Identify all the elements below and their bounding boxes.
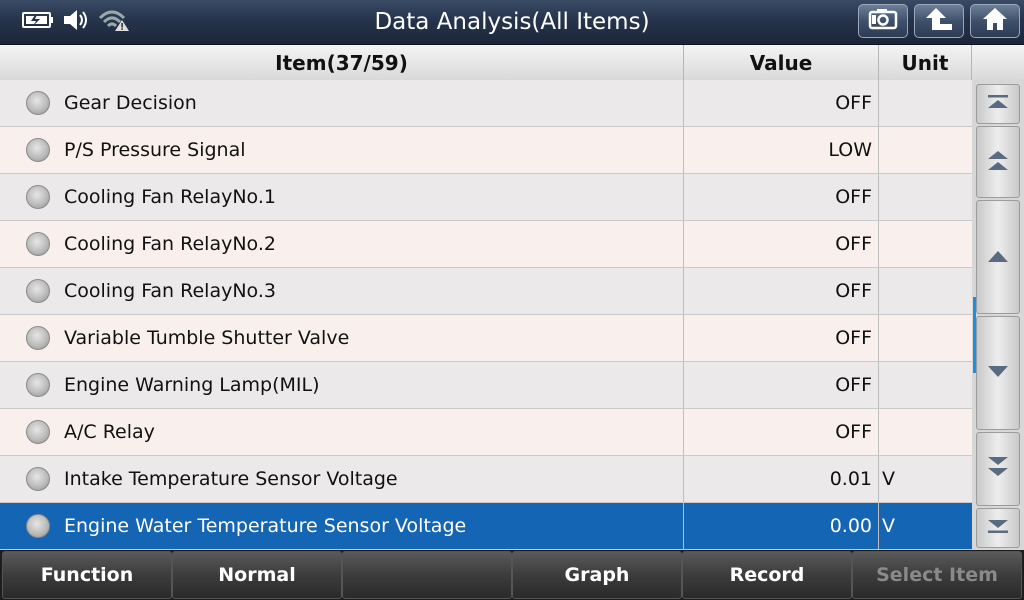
item-unit: V [882, 468, 895, 490]
item-name: Engine Water Temperature Sensor Voltage [64, 515, 467, 537]
item-value: OFF [684, 174, 879, 220]
data-table: Gear Decision OFF P/S Pressure Signal LO… [0, 80, 972, 550]
table-row[interactable]: Cooling Fan RelayNo.1 OFF [0, 174, 972, 221]
page-up-icon [986, 148, 1010, 176]
item-name: Variable Tumble Shutter Valve [64, 327, 350, 349]
item-value: OFF [684, 409, 879, 455]
page-down-icon [986, 455, 1010, 483]
item-unit [879, 315, 972, 361]
row-radio-icon[interactable] [26, 326, 50, 350]
item-name: Cooling Fan RelayNo.2 [64, 233, 276, 255]
row-radio-icon[interactable] [26, 514, 50, 538]
item-unit [879, 221, 972, 267]
item-value: OFF [684, 362, 879, 408]
column-header-spacer [972, 45, 1024, 80]
row-radio-icon[interactable] [26, 279, 50, 303]
table-row[interactable]: A/C Relay OFF [0, 409, 972, 456]
item-value: OFF [684, 221, 879, 267]
table-row[interactable]: Gear Decision OFF [0, 80, 972, 127]
table-row[interactable]: Cooling Fan RelayNo.2 OFF [0, 221, 972, 268]
home-button[interactable] [970, 4, 1020, 38]
item-unit: V [882, 515, 895, 537]
item-name: Engine Warning Lamp(MIL) [64, 374, 320, 396]
back-button[interactable] [914, 4, 964, 38]
normal-button[interactable]: Normal [172, 551, 342, 599]
item-name: Intake Temperature Sensor Voltage [64, 468, 398, 490]
item-value: LOW [684, 127, 879, 173]
line-down-icon [987, 364, 1009, 383]
line-down-button[interactable] [976, 316, 1020, 430]
empty-button[interactable] [342, 551, 512, 599]
row-radio-icon[interactable] [26, 467, 50, 491]
item-value: OFF [684, 315, 879, 361]
bottom-toolbar: Function Normal Graph Record Select Item [0, 550, 1024, 600]
item-name: Cooling Fan RelayNo.1 [64, 186, 276, 208]
column-header-unit: Unit [879, 45, 972, 80]
scroll-top-button[interactable] [976, 84, 1020, 124]
screenshot-button[interactable] [858, 4, 908, 38]
line-up-button[interactable] [976, 200, 1020, 314]
row-radio-icon[interactable] [26, 91, 50, 115]
table-row[interactable]: Variable Tumble Shutter Valve OFF [0, 315, 972, 362]
table-row[interactable]: P/S Pressure Signal LOW [0, 127, 972, 174]
row-radio-icon[interactable] [26, 232, 50, 256]
graph-button[interactable]: Graph [512, 551, 682, 599]
row-radio-icon[interactable] [26, 373, 50, 397]
item-value: 0.00 [684, 503, 879, 549]
page-up-button[interactable] [976, 126, 1020, 198]
item-name: Cooling Fan RelayNo.3 [64, 280, 276, 302]
scroll-bottom-button[interactable] [976, 508, 1020, 548]
table-row-selected[interactable]: Engine Water Temperature Sensor Voltage … [0, 503, 972, 550]
table-header: Item(37/59) Value Unit [0, 45, 1024, 81]
item-unit [879, 174, 972, 220]
home-icon [981, 6, 1009, 36]
title-bar: Data Analysis(All Items) [0, 0, 1024, 45]
item-name: A/C Relay [64, 421, 155, 443]
line-up-icon [987, 248, 1009, 267]
scroll-bottom-icon [986, 518, 1010, 538]
item-unit [879, 362, 972, 408]
item-value: 0.01 [684, 456, 879, 502]
back-icon [924, 6, 954, 36]
screenshot-icon [868, 8, 898, 34]
scroll-top-icon [986, 94, 1010, 114]
item-value: OFF [684, 80, 879, 126]
scrollbar-thumb[interactable] [973, 297, 976, 373]
item-unit [879, 268, 972, 314]
table-row[interactable]: Cooling Fan RelayNo.3 OFF [0, 268, 972, 315]
item-unit [879, 80, 972, 126]
record-button[interactable]: Record [682, 551, 852, 599]
row-radio-icon[interactable] [26, 138, 50, 162]
scroll-column [972, 80, 1024, 550]
column-header-value: Value [684, 45, 879, 80]
row-radio-icon[interactable] [26, 420, 50, 444]
table-row[interactable]: Engine Warning Lamp(MIL) OFF [0, 362, 972, 409]
page-down-button[interactable] [976, 432, 1020, 506]
select-item-button[interactable]: Select Item [852, 551, 1022, 599]
item-name: Gear Decision [64, 92, 197, 114]
row-radio-icon[interactable] [26, 185, 50, 209]
item-value: OFF [684, 268, 879, 314]
function-button[interactable]: Function [2, 551, 172, 599]
item-unit [879, 127, 972, 173]
column-header-item: Item(37/59) [0, 45, 684, 80]
table-row[interactable]: Intake Temperature Sensor Voltage 0.01 V [0, 456, 972, 503]
item-name: P/S Pressure Signal [64, 139, 246, 161]
item-unit [879, 409, 972, 455]
